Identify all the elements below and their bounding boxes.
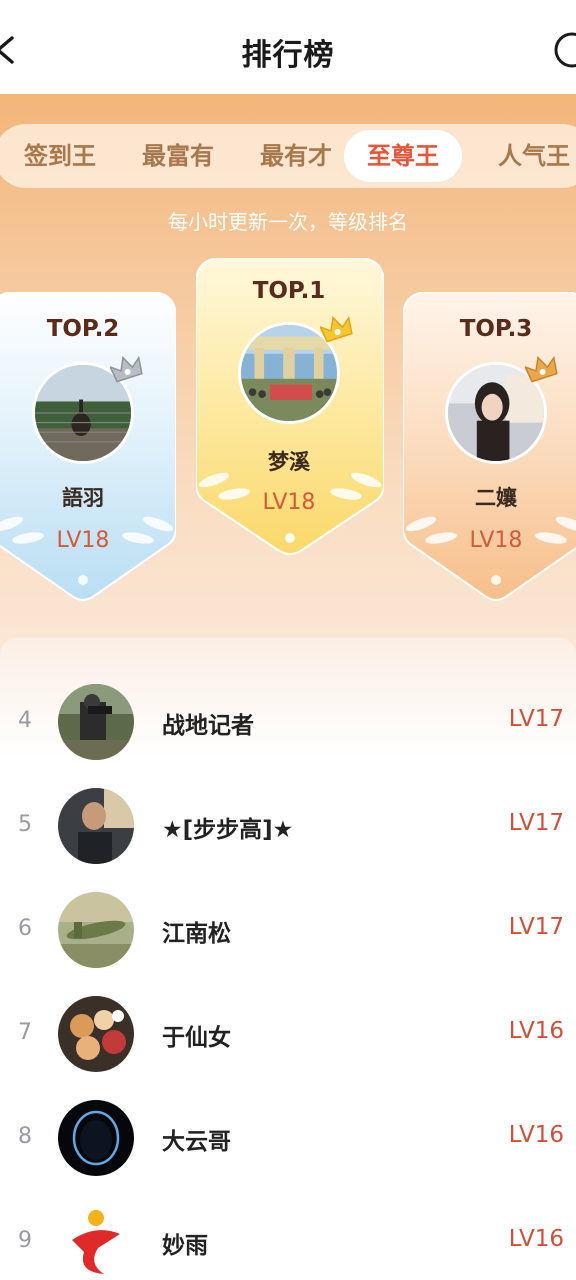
rank-number: 6	[18, 916, 32, 941]
tab-checkin-king[interactable]: 签到王	[6, 124, 114, 188]
tab-most-talented[interactable]: 最有才	[242, 124, 350, 188]
rank-number: 7	[18, 1020, 32, 1045]
avatar[interactable]	[58, 788, 134, 864]
rank-number: 8	[18, 1124, 32, 1149]
avatar[interactable]	[58, 996, 134, 1072]
list-item[interactable]: 4 战地记者 LV17	[0, 680, 576, 784]
update-note: 每小时更新一次，等级排名	[168, 210, 408, 234]
podium-card-1[interactable]: TOP.1 梦溪 LV18	[196, 258, 384, 558]
tab-supreme-king[interactable]: 至尊王	[344, 130, 462, 182]
podium-rank: TOP.2	[46, 316, 120, 342]
user-level: LV16	[508, 1226, 564, 1252]
avatar[interactable]	[58, 1100, 134, 1176]
top-bar: 排行榜	[0, 0, 576, 96]
page-title: 排行榜	[241, 38, 335, 73]
user-level: LV16	[508, 1122, 564, 1148]
list-item[interactable]: 7 于仙女 LV16	[0, 992, 576, 1096]
user-name: 江南松	[162, 921, 231, 947]
ranking-banner: 签到王 最富有 最有才 至尊王 人气王 每小时更新一次，等级排名 TOP.2 語…	[0, 94, 576, 654]
podium-level: LV18	[469, 528, 523, 553]
silver-crown-icon	[108, 354, 144, 386]
ranking-list: 4 战地记者 LV17 5 ★[步步高]★ LV17 6 江南松 LV17 7 …	[0, 638, 576, 1280]
list-item[interactable]: 8 大云哥 LV16	[0, 1096, 576, 1200]
help-button[interactable]	[552, 30, 576, 70]
user-name: 大云哥	[162, 1129, 231, 1155]
tab-richest[interactable]: 最富有	[124, 124, 232, 188]
gold-crown-icon	[318, 314, 354, 346]
avatar[interactable]	[58, 1204, 134, 1280]
podium-card-2[interactable]: TOP.2 語羽 LV18	[0, 292, 176, 604]
help-circle-icon	[552, 32, 576, 74]
podium-name: 梦溪	[268, 450, 310, 474]
rank-number: 4	[18, 708, 32, 733]
user-level: LV17	[508, 706, 564, 732]
podium-name: 二孃	[475, 486, 517, 510]
avatar[interactable]	[58, 892, 134, 968]
list-item[interactable]: 6 江南松 LV17	[0, 888, 576, 992]
rank-number: 9	[18, 1228, 32, 1253]
podium-level: LV18	[56, 528, 110, 553]
user-level: LV16	[508, 1018, 564, 1044]
podium-rank: TOP.1	[252, 278, 326, 304]
user-name: 妙雨	[162, 1233, 208, 1259]
podium-card-3[interactable]: TOP.3 二孃 LV18	[403, 292, 576, 604]
user-name: 于仙女	[162, 1025, 231, 1051]
user-name: 战地记者	[162, 713, 254, 739]
podium-level: LV18	[262, 490, 316, 515]
user-level: LV17	[508, 914, 564, 940]
category-tabs: 签到王 最富有 最有才 至尊王 人气王	[0, 124, 576, 188]
user-name: ★[步步高]★	[162, 817, 294, 843]
podium-name: 語羽	[62, 486, 104, 510]
podium-rank: TOP.3	[459, 316, 533, 342]
list-item[interactable]: 5 ★[步步高]★ LV17	[0, 784, 576, 888]
rank-number: 5	[18, 812, 32, 837]
list-item[interactable]: 9 妙雨 LV16	[0, 1200, 576, 1280]
avatar[interactable]	[58, 684, 134, 760]
user-level: LV17	[508, 810, 564, 836]
tab-popularity-king[interactable]: 人气王	[480, 124, 576, 188]
bronze-crown-icon	[523, 354, 559, 386]
